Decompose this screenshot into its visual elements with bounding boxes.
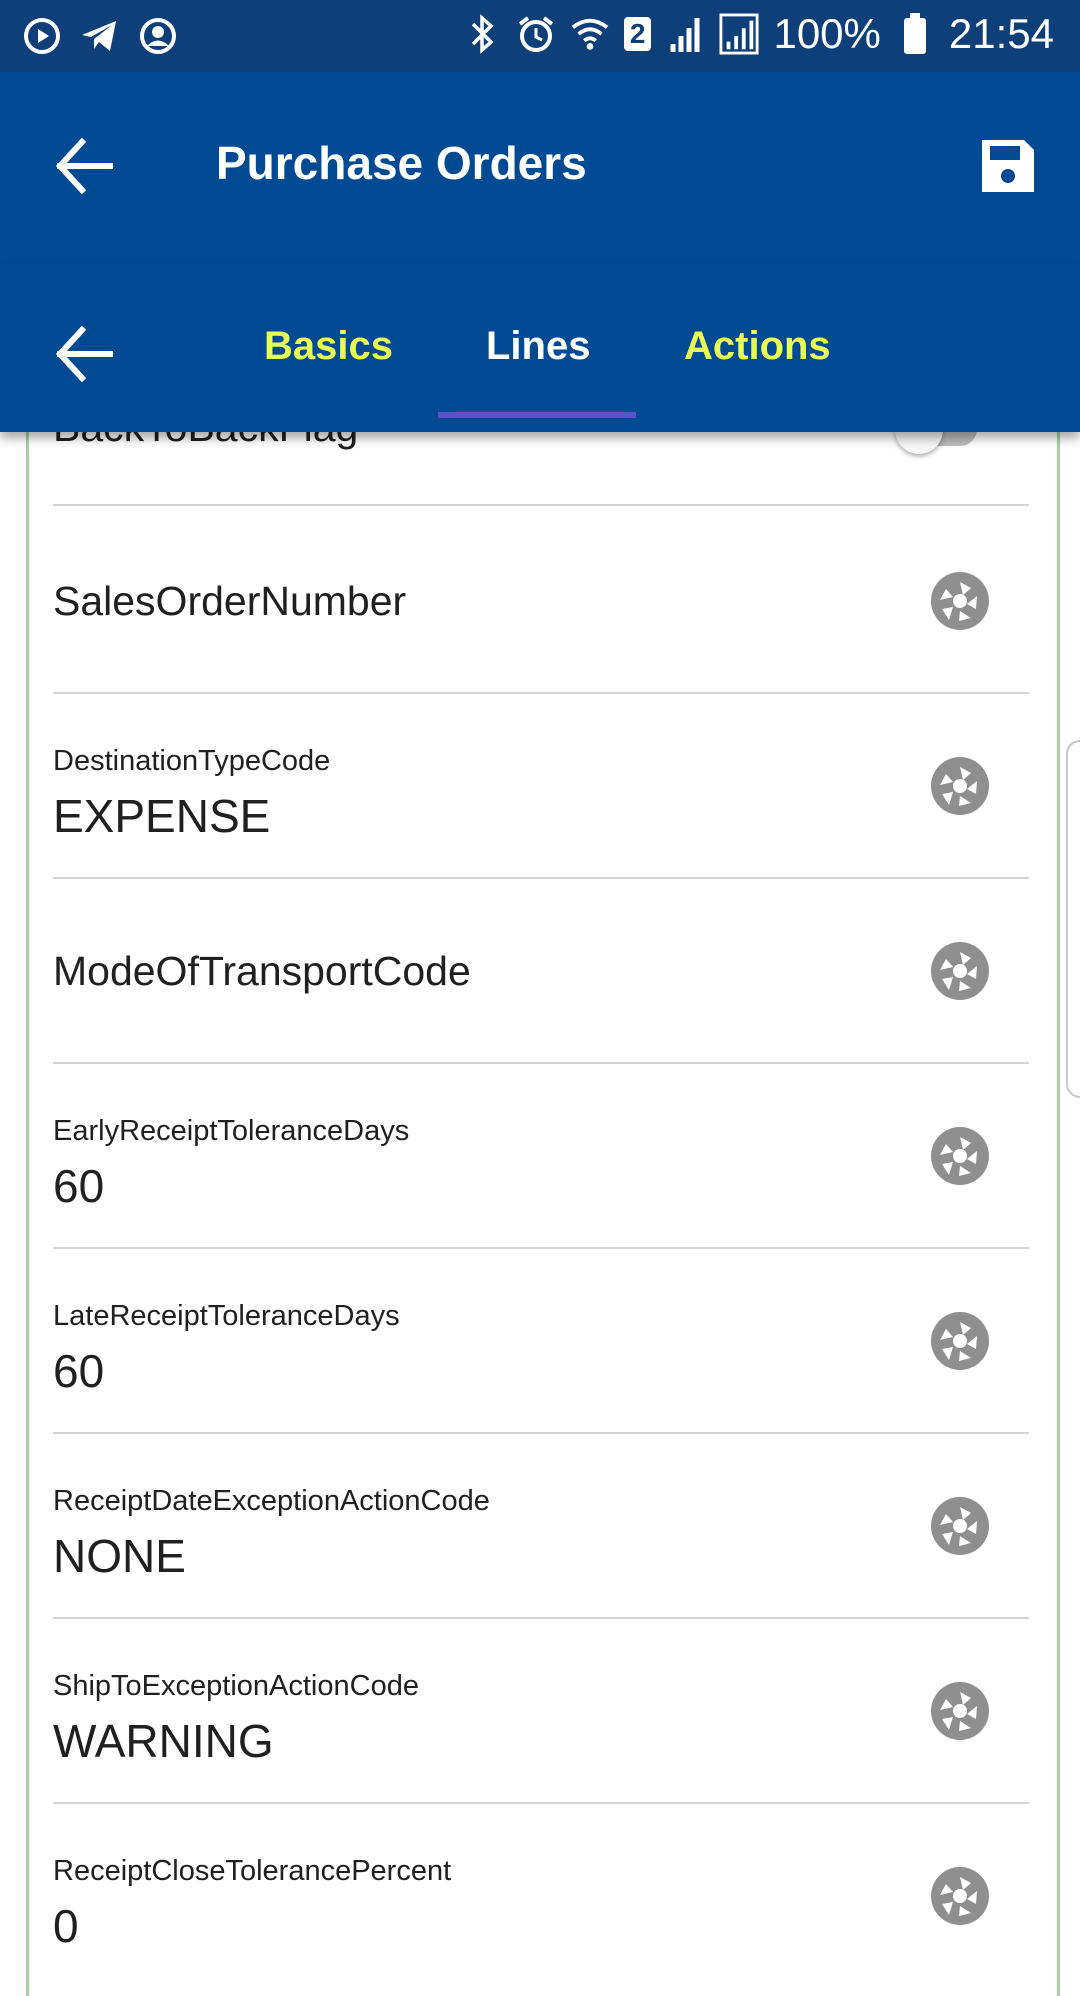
aperture-icon[interactable] bbox=[929, 940, 991, 1002]
tab-bar: Basics Lines Actions bbox=[0, 264, 1080, 432]
field-value: 60 bbox=[53, 1160, 105, 1212]
aperture-icon[interactable] bbox=[929, 1310, 991, 1372]
bluetooth-icon bbox=[462, 12, 502, 56]
arrow-left-icon bbox=[55, 325, 113, 383]
aperture-icon[interactable] bbox=[929, 1680, 991, 1742]
save-button[interactable] bbox=[978, 136, 1038, 196]
aperture-icon[interactable] bbox=[929, 1865, 991, 1927]
sim-badge: 2 bbox=[623, 17, 652, 51]
telegram-icon bbox=[80, 14, 120, 58]
save-icon bbox=[982, 140, 1034, 192]
field-receipt-close-tolerance-percent[interactable]: ReceiptCloseTolerancePercent 0 bbox=[53, 1803, 1029, 1987]
account-circle-icon bbox=[138, 14, 178, 58]
aperture-icon[interactable] bbox=[929, 755, 991, 817]
field-value: WARNING bbox=[53, 1715, 274, 1767]
battery-icon bbox=[895, 12, 935, 56]
field-receipt-date-exception-action-code[interactable]: ReceiptDateExceptionActionCode NONE bbox=[53, 1433, 1029, 1619]
field-sales-order-number[interactable]: SalesOrderNumber bbox=[53, 508, 1029, 694]
field-label: ShipToExceptionActionCode bbox=[53, 1670, 419, 1702]
field-value: NONE bbox=[53, 1530, 186, 1582]
field-ship-to-exception-action-code[interactable]: ShipToExceptionActionCode WARNING bbox=[53, 1618, 1029, 1804]
wifi-icon bbox=[570, 12, 610, 56]
field-value: 0 bbox=[53, 1900, 79, 1952]
field-destination-type-code[interactable]: DestinationTypeCode EXPENSE bbox=[53, 693, 1029, 879]
signal-roaming-icon bbox=[719, 12, 759, 56]
field-value: 60 bbox=[53, 1345, 105, 1397]
status-bar-right-icons: 2 100% 21:54 bbox=[462, 10, 1054, 58]
app-bar: Purchase Orders bbox=[0, 72, 1080, 264]
field-label: EarlyReceiptToleranceDays bbox=[53, 1115, 410, 1147]
tab-back-button[interactable] bbox=[52, 320, 120, 388]
play-circle-icon bbox=[22, 14, 62, 58]
battery-percent: 100% bbox=[773, 10, 881, 57]
back-button[interactable] bbox=[52, 132, 120, 200]
aperture-icon[interactable] bbox=[929, 1495, 991, 1557]
tab-actions[interactable]: Actions bbox=[684, 324, 831, 369]
clock: 21:54 bbox=[948, 10, 1054, 57]
field-label: ModeOfTransportCode bbox=[53, 948, 471, 994]
page-title: Purchase Orders bbox=[216, 137, 587, 189]
scroll-handle[interactable] bbox=[1066, 740, 1080, 1098]
field-value: EXPENSE bbox=[53, 790, 271, 842]
alarm-icon bbox=[516, 12, 556, 56]
status-bar: 2 100% 21:54 bbox=[0, 0, 1080, 72]
field-list[interactable]: BackToBackFlag SalesOrderNumber Destinat… bbox=[26, 396, 1060, 1996]
signal-icon bbox=[665, 12, 705, 56]
field-label: SalesOrderNumber bbox=[53, 578, 407, 624]
status-bar-left-icons bbox=[22, 14, 178, 58]
aperture-icon[interactable] bbox=[929, 1125, 991, 1187]
active-tab-indicator bbox=[438, 412, 636, 418]
field-label: DestinationTypeCode bbox=[53, 745, 331, 777]
aperture-icon[interactable] bbox=[929, 570, 991, 632]
field-mode-of-transport-code[interactable]: ModeOfTransportCode bbox=[53, 878, 1029, 1064]
arrow-left-icon bbox=[55, 137, 113, 195]
field-label: LateReceiptToleranceDays bbox=[53, 1300, 400, 1332]
tab-lines[interactable]: Lines bbox=[486, 324, 590, 369]
field-label: ReceiptCloseTolerancePercent bbox=[53, 1855, 452, 1887]
field-label: ReceiptDateExceptionActionCode bbox=[53, 1485, 490, 1517]
field-late-receipt-tolerance-days[interactable]: LateReceiptToleranceDays 60 bbox=[53, 1248, 1029, 1434]
tab-basics[interactable]: Basics bbox=[264, 324, 393, 369]
field-early-receipt-tolerance-days[interactable]: EarlyReceiptToleranceDays 60 bbox=[53, 1063, 1029, 1249]
